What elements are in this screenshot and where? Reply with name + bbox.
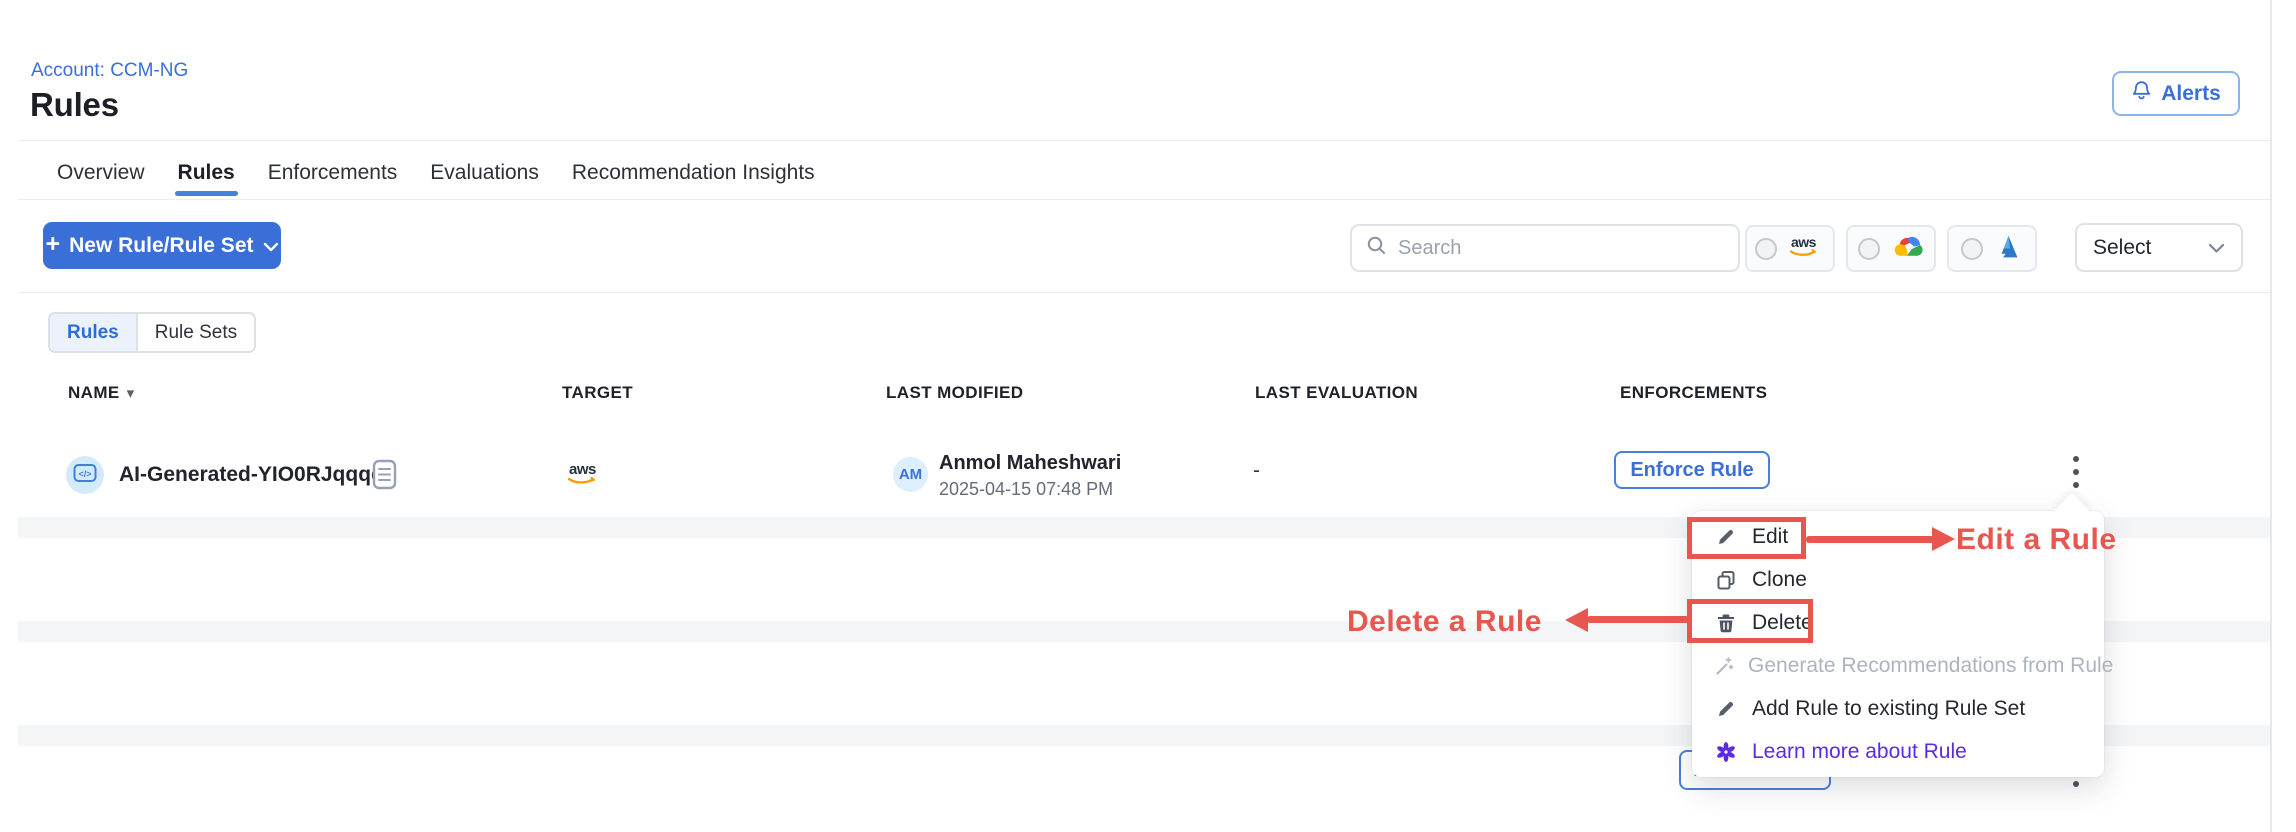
tab-overview[interactable]: Overview — [57, 161, 145, 185]
breadcrumb[interactable]: Account: CCM-NG — [31, 60, 188, 82]
search-box — [1350, 224, 1740, 272]
rules-page: Account: CCM-NG Rules Alerts Overview Ru… — [0, 0, 2296, 832]
tab-recommendation-insights[interactable]: Recommendation Insights — [572, 161, 815, 185]
modified-by-name: Anmol Maheshwari — [939, 452, 1121, 475]
delete-annotation-label: Delete a Rule — [1347, 605, 1542, 639]
menu-item-learn-more[interactable]: Learn more about Rule — [1692, 730, 2104, 773]
radio-icon[interactable] — [1961, 238, 1983, 260]
column-last-evaluation: LAST EVALUATION — [1255, 383, 1418, 403]
rule-description-icon[interactable] — [372, 459, 397, 495]
last-evaluation-value: - — [1253, 459, 1260, 483]
svg-text:</>: </> — [78, 468, 91, 478]
alerts-button[interactable]: Alerts — [2112, 71, 2240, 116]
delete-arrowhead-icon — [1565, 608, 1588, 632]
sort-caret-icon[interactable]: ▾ — [127, 384, 135, 402]
edit-annotation-label: Edit a Rule — [1956, 523, 2117, 557]
search-icon — [1366, 235, 1387, 261]
provider-filter-aws[interactable]: aws — [1745, 225, 1835, 272]
filter-select-dropdown[interactable]: Select — [2075, 223, 2243, 272]
alerts-label: Alerts — [2161, 82, 2221, 106]
menu-item-add-to-rule-set[interactable]: Add Rule to existing Rule Set — [1692, 687, 2104, 730]
azure-logo-icon — [1993, 234, 2023, 264]
chevron-down-icon — [263, 234, 279, 258]
radio-icon[interactable] — [1755, 238, 1777, 260]
gcp-logo-icon — [1890, 233, 1924, 264]
tab-bar: Overview Rules Enforcements Evaluations … — [57, 148, 815, 198]
code-rule-icon: </> — [73, 462, 97, 489]
bell-icon — [2131, 80, 2152, 108]
edit-arrow-line — [1806, 536, 1934, 543]
toggle-rule-sets[interactable]: Rule Sets — [138, 314, 254, 351]
column-name[interactable]: NAME ▾ — [68, 383, 135, 403]
search-input[interactable] — [1398, 237, 1724, 260]
delete-highlight-box — [1687, 599, 1813, 643]
ai-flower-icon — [1714, 741, 1738, 763]
edit-arrowhead-icon — [1932, 527, 1955, 551]
rule-name-link[interactable]: AI-Generated-YIO0RJqqqq — [119, 463, 384, 487]
column-enforcements: ENFORCEMENTS — [1620, 383, 1767, 403]
new-rule-label: New Rule/Rule Set — [69, 234, 253, 258]
provider-filter-azure[interactable] — [1947, 225, 2037, 272]
svg-text:aws: aws — [1791, 234, 1817, 250]
table-header: NAME ▾ TARGET LAST MODIFIED LAST EVALUAT… — [0, 383, 2296, 413]
pencil-icon — [1714, 699, 1738, 719]
enforce-rule-button[interactable]: Enforce Rule — [1614, 451, 1770, 489]
toggle-rules[interactable]: Rules — [50, 314, 138, 351]
delete-arrow-line — [1587, 616, 1689, 623]
row-actions-kebab-icon[interactable] — [2063, 450, 2089, 494]
toolbar-divider — [18, 292, 2270, 293]
provider-filter-gcp[interactable] — [1846, 225, 1936, 272]
target-aws-logo: aws — [563, 459, 603, 492]
radio-icon[interactable] — [1858, 238, 1880, 260]
tabs-divider — [18, 199, 2270, 200]
header-divider — [18, 140, 2270, 141]
tab-evaluations[interactable]: Evaluations — [430, 161, 539, 185]
edit-highlight-box — [1687, 517, 1806, 559]
column-target: TARGET — [562, 383, 633, 403]
plus-icon: + — [46, 232, 61, 257]
page-title: Rules — [30, 86, 119, 124]
svg-text:aws: aws — [569, 461, 596, 478]
menu-item-generate-recommendations[interactable]: Generate Recommendations from Rule — [1692, 644, 2104, 687]
modified-date: 2025-04-15 07:48 PM — [939, 479, 1113, 500]
tab-rules[interactable]: Rules — [178, 161, 235, 185]
chevron-down-icon — [2208, 236, 2225, 260]
new-rule-button[interactable]: + New Rule/Rule Set — [43, 222, 281, 269]
magic-wand-icon — [1714, 656, 1734, 676]
menu-item-clone[interactable]: Clone — [1692, 558, 2104, 601]
copy-icon — [1714, 570, 1738, 590]
page-right-border — [2270, 0, 2272, 832]
rules-view-toggle: Rules Rule Sets — [48, 312, 256, 353]
select-value: Select — [2093, 236, 2151, 260]
aws-logo-icon: aws — [1787, 233, 1825, 264]
tab-enforcements[interactable]: Enforcements — [268, 161, 398, 185]
user-avatar: AM — [893, 457, 928, 492]
rule-avatar: </> — [66, 456, 104, 494]
column-last-modified: LAST MODIFIED — [886, 383, 1023, 403]
